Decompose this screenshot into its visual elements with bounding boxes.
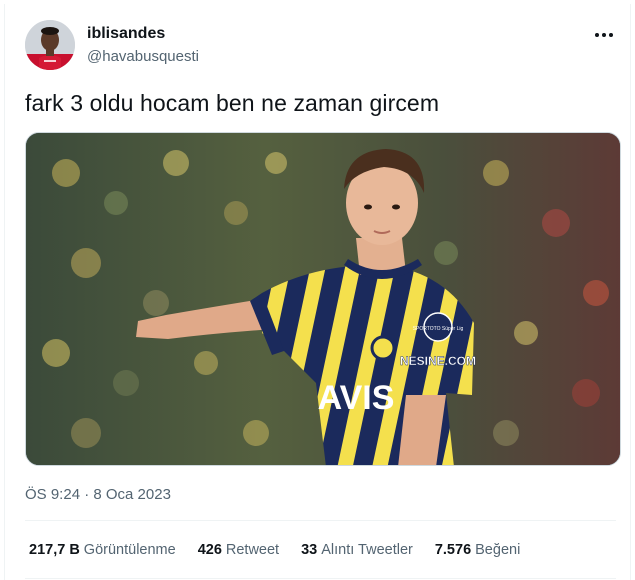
more-options-button[interactable] <box>592 26 616 44</box>
tweet-timestamp[interactable]: ÖS 9:24 · 8 Oca 2023 <box>25 486 171 503</box>
stat-count: 217,7 B <box>29 542 80 558</box>
tweet-stats: 217,7 B Görüntülenme 426 Retweet 33 Alıntı … <box>29 542 542 558</box>
divider <box>25 520 616 521</box>
stat-views[interactable]: 217,7 B Görüntülenme <box>29 542 176 558</box>
stat-quote-tweets[interactable]: 33 Alıntı Tweetler <box>301 542 413 558</box>
divider <box>25 578 616 579</box>
stat-count: 7.576 <box>434 542 472 558</box>
stat-label: Alıntı Tweetler <box>321 542 413 558</box>
stat-label: Retweet <box>225 542 280 558</box>
league-badge: SPORTOTO Süper Lig <box>413 326 464 332</box>
more-horizontal-icon <box>595 33 599 37</box>
display-name[interactable]: iblisandes <box>87 25 165 43</box>
tweet-media-image[interactable]: SPORTOTO Süper Lig NESINE.COM AVIS <box>25 132 621 466</box>
jersey-front-text: AVIS <box>318 379 395 417</box>
user-handle[interactable]: @havabusquesti <box>87 48 199 65</box>
more-dot <box>609 33 613 37</box>
stat-label: Görüntülenme <box>83 542 176 558</box>
tweet-card: iblisandes @havabusquesti fark 3 oldu ho… <box>4 4 631 580</box>
jersey-sponsor-text: NESINE.COM <box>400 354 476 368</box>
stat-count: 33 <box>301 542 318 558</box>
stat-label: Beğeni <box>475 542 521 558</box>
stat-count: 426 <box>197 542 222 558</box>
tweet-text: fark 3 oldu hocam ben ne zaman gircem <box>25 90 440 116</box>
more-dot <box>602 33 606 37</box>
avatar[interactable] <box>25 20 75 70</box>
stat-likes[interactable]: 7.576 Beğeni <box>435 542 520 558</box>
stat-retweets[interactable]: 426 Retweet <box>198 542 279 558</box>
